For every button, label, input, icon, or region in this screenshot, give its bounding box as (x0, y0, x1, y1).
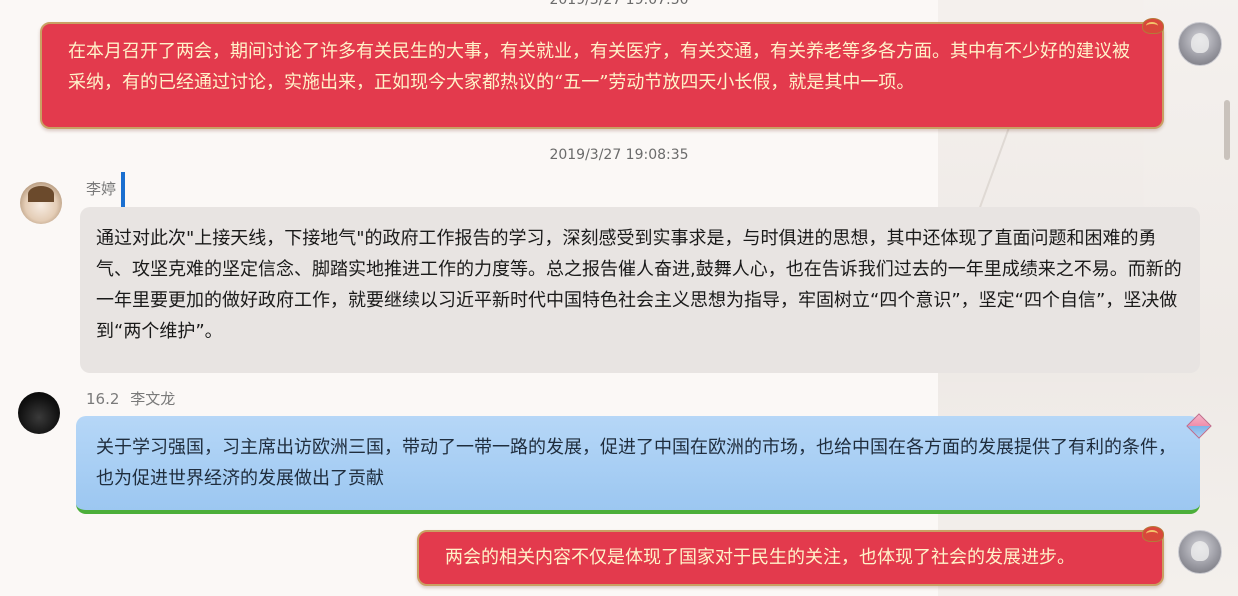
self-avatar[interactable] (1178, 530, 1222, 574)
message-text: 在本月召开了两会，期间讨论了许多有关民生的大事，有关就业，有关医疗，有关交通，有… (68, 41, 1130, 93)
message-bubble-wenlong[interactable]: 关于学习强国，习主席出访欧洲三国，带动了一带一路的发展，促进了中国在欧洲的市场，… (76, 416, 1200, 514)
sender-name-wenlong: 李文龙 (130, 390, 176, 408)
message-text: 两会的相关内容不仅是体现了国家对于民生的关注，也体现了社会的发展进步。 (445, 547, 1075, 568)
sender-prefix: 16.2 (86, 390, 120, 408)
message-timestamp: 2019/3/27 19:07:50 (549, 0, 689, 8)
message-text: 通过对此次"上接天线，下接地气"的政府工作报告的学习，深刻感受到实事求是，与时俱… (96, 228, 1182, 342)
message-bubble-liting[interactable]: 通过对此次"上接天线，下接地气"的政府工作报告的学习，深刻感受到实事求是，与时俱… (80, 207, 1200, 373)
sender-avatar-liting[interactable] (20, 182, 62, 224)
message-timestamp: 2019/3/27 19:08:35 (549, 147, 689, 163)
knot-icon (1142, 18, 1164, 34)
message-bubble-self[interactable]: 在本月召开了两会，期间讨论了许多有关民生的大事，有关就业，有关医疗，有关交通，有… (40, 22, 1164, 129)
self-avatar[interactable] (1178, 22, 1222, 66)
sender-label-wenlong[interactable]: 16.2 李文龙 (86, 388, 175, 409)
sender-name-liting[interactable]: 李婷 (86, 178, 116, 199)
message-text: 关于学习强国，习主席出访欧洲三国，带动了一带一路的发展，促进了中国在欧洲的市场，… (96, 437, 1176, 489)
sender-avatar-wenlong[interactable] (18, 392, 60, 434)
knot-icon (1142, 526, 1164, 542)
message-bubble-self[interactable]: 两会的相关内容不仅是体现了国家对于民生的关注，也体现了社会的发展进步。 (417, 530, 1164, 586)
